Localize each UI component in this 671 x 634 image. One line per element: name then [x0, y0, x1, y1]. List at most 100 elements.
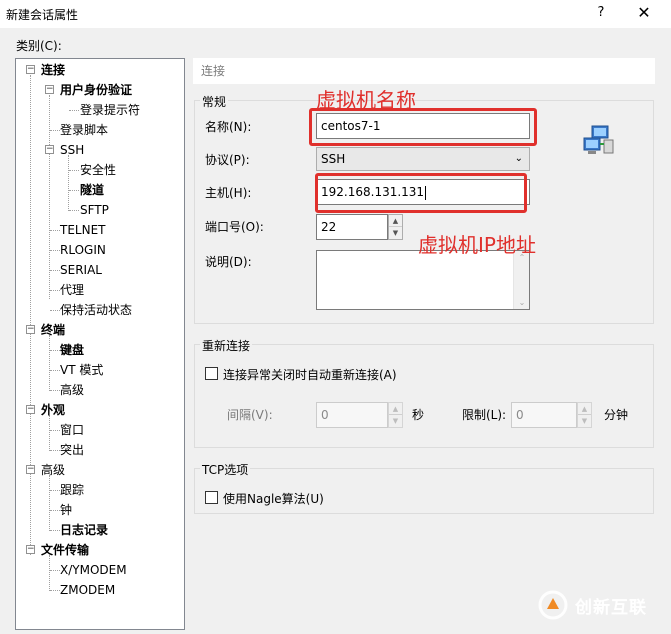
tree-line	[50, 430, 60, 431]
tree-line	[50, 290, 60, 291]
minus-icon[interactable]: −	[26, 545, 35, 554]
interval-spinner[interactable]: ▲ ▼	[388, 402, 403, 428]
tree-item-telnet[interactable]: TELNET	[60, 221, 106, 239]
spinner-down-icon[interactable]: ▼	[578, 415, 591, 427]
annotation-ip-box	[315, 173, 527, 213]
chevron-down-icon: ⌄	[514, 153, 523, 164]
tree-item-appearance[interactable]: 外观	[41, 401, 65, 419]
protocol-value: SSH	[321, 152, 346, 166]
tree-item-terminal[interactable]: 终端	[41, 321, 65, 339]
watermark-text: 创新互联	[575, 598, 647, 618]
tree-line	[49, 335, 50, 391]
category-tree[interactable]: − 连接 − 用户身份验证 登录提示符 登录脚本 − SSH 安全性 隧道 SF…	[15, 58, 185, 630]
nagle-checkbox-label[interactable]: 使用Nagle算法(U)	[223, 490, 324, 507]
window-title: 新建会话属性	[6, 8, 79, 22]
host-label: 主机(H):	[205, 186, 252, 200]
tree-line	[49, 415, 50, 451]
tree-item-login-prompt[interactable]: 登录提示符	[80, 101, 140, 119]
tree-line	[50, 230, 60, 231]
tree-line	[49, 95, 50, 299]
tree-line	[50, 270, 60, 271]
tree-item-ssh[interactable]: SSH	[60, 141, 84, 159]
annotation-name-box	[309, 108, 537, 146]
minus-icon[interactable]: −	[45, 145, 54, 154]
reconnect-checkbox[interactable]	[205, 367, 218, 380]
minus-icon[interactable]: −	[26, 405, 35, 414]
tree-item-serial[interactable]: SERIAL	[60, 261, 102, 279]
protocol-select[interactable]: SSH ⌄	[316, 147, 530, 171]
tree-item-proxy[interactable]: 代理	[60, 281, 84, 299]
tree-line	[50, 390, 60, 391]
interval-label: 间隔(V):	[227, 408, 273, 422]
tree-item-terminal-advanced[interactable]: 高级	[60, 381, 84, 399]
tree-item-zmodem[interactable]: ZMODEM	[60, 581, 115, 599]
tree-item-tunnel[interactable]: 隧道	[80, 181, 104, 199]
watermark: 创新互联	[537, 589, 667, 621]
tree-item-logging[interactable]: 日志记录	[60, 521, 108, 539]
tree-line	[50, 490, 60, 491]
tree-item-sftp[interactable]: SFTP	[80, 201, 109, 219]
tree-item-file-transfer[interactable]: 文件传输	[41, 541, 89, 559]
tree-line	[50, 130, 60, 131]
spinner-up-icon[interactable]: ▲	[389, 403, 402, 415]
tree-item-keepalive[interactable]: 保持活动状态	[60, 301, 132, 319]
help-button[interactable]: ?	[591, 4, 611, 24]
interval-value: 0	[321, 408, 329, 422]
network-computers-icon	[583, 125, 614, 154]
tree-line	[69, 210, 79, 211]
tree-line	[30, 75, 31, 555]
tree-item-user-auth[interactable]: 用户身份验证	[60, 81, 132, 99]
description-textarea[interactable]: ⌃ ⌄	[316, 250, 530, 310]
nagle-checkbox[interactable]	[205, 491, 218, 504]
tree-line	[49, 555, 50, 591]
title-bar: 新建会话属性 ? ✕	[0, 0, 671, 28]
minus-icon[interactable]: −	[26, 65, 35, 74]
reconnect-group-title: 重新连接	[200, 337, 253, 354]
tree-line	[50, 530, 60, 531]
tree-item-vt-mode[interactable]: VT 模式	[60, 361, 103, 379]
annotation-vm-name: 虚拟机名称	[316, 88, 416, 112]
tree-line	[49, 475, 50, 531]
close-button[interactable]: ✕	[633, 4, 655, 24]
tree-item-bell[interactable]: 钟	[60, 501, 72, 519]
minus-icon[interactable]: −	[26, 325, 35, 334]
tree-item-xymodem[interactable]: X/YMODEM	[60, 561, 127, 579]
tree-item-login-script[interactable]: 登录脚本	[60, 121, 108, 139]
spinner-down-icon[interactable]: ▼	[389, 227, 402, 239]
minus-icon[interactable]: −	[26, 465, 35, 474]
general-group-title: 常规	[200, 93, 229, 110]
tree-line	[50, 310, 60, 311]
description-label: 说明(D):	[205, 255, 252, 269]
limit-value: 0	[516, 408, 524, 422]
tree-item-highlight[interactable]: 突出	[60, 441, 84, 459]
tree-line	[69, 190, 79, 191]
limit-spinner[interactable]: ▲ ▼	[577, 402, 592, 428]
tcp-group-title: TCP选项	[200, 461, 251, 478]
spinner-up-icon[interactable]: ▲	[389, 215, 402, 227]
description-scrollbar[interactable]: ⌃ ⌄	[513, 251, 529, 309]
interval-input[interactable]: 0	[316, 402, 388, 428]
minus-icon[interactable]: −	[45, 85, 54, 94]
reconnect-group	[194, 344, 654, 448]
port-input[interactable]: 22	[316, 214, 388, 240]
tree-line	[69, 110, 79, 111]
tree-item-security[interactable]: 安全性	[80, 161, 116, 179]
limit-input[interactable]: 0	[511, 402, 577, 428]
port-spinner[interactable]: ▲ ▼	[388, 214, 403, 240]
reconnect-checkbox-label[interactable]: 连接异常关闭时自动重新连接(A)	[223, 366, 397, 383]
tree-item-advanced[interactable]: 高级	[41, 461, 65, 479]
tree-item-window[interactable]: 窗口	[60, 421, 84, 439]
protocol-label: 协议(P):	[205, 153, 250, 167]
spinner-down-icon[interactable]: ▼	[389, 415, 402, 427]
tree-item-keyboard[interactable]: 键盘	[60, 341, 84, 359]
tree-item-rlogin[interactable]: RLOGIN	[60, 241, 106, 259]
tree-item-trace[interactable]: 跟踪	[60, 481, 84, 499]
tree-line	[50, 590, 60, 591]
limit-unit: 分钟	[604, 408, 629, 422]
scroll-down-icon[interactable]: ⌄	[514, 298, 530, 307]
tree-item-connection[interactable]: 连接	[41, 61, 65, 79]
port-label: 端口号(O):	[205, 220, 264, 234]
name-label: 名称(N):	[205, 120, 252, 134]
spinner-up-icon[interactable]: ▲	[578, 403, 591, 415]
annotation-vm-ip: 虚拟机IP地址	[418, 233, 536, 257]
